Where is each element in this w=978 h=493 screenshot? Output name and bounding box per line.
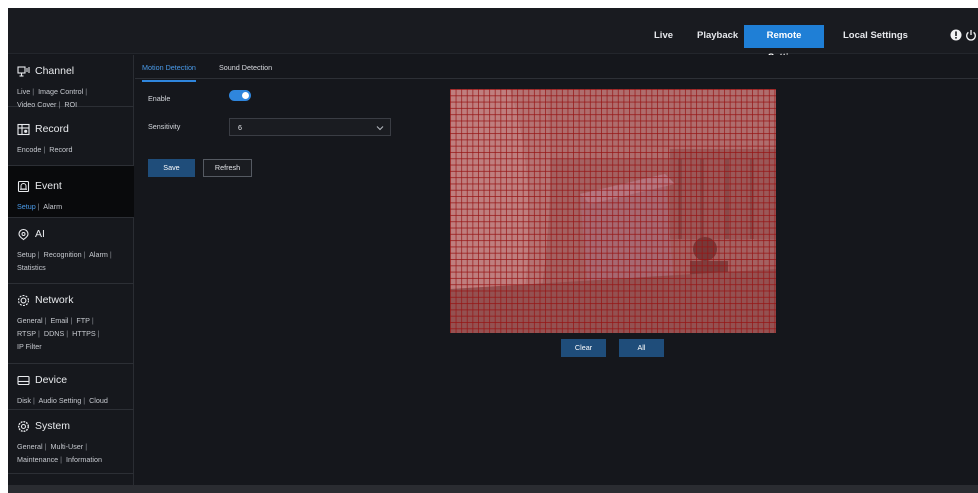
top-nav-bar: Live Playback Remote Setting Local Setti… <box>8 8 978 63</box>
system-icon <box>17 420 30 432</box>
sidebar-title-record: Record <box>35 123 69 135</box>
sidebar-link-ddns[interactable]: DDNS <box>44 329 64 338</box>
sidebar-link-audio-setting[interactable]: Audio Setting <box>38 396 81 405</box>
network-icon <box>17 294 30 306</box>
motion-area-preview[interactable] <box>450 89 776 333</box>
sidebar-link-alarm[interactable]: Alarm <box>43 202 62 211</box>
sidebar-header-device[interactable]: Device <box>17 372 134 388</box>
sidebar-link-maintenance[interactable]: Maintenance <box>17 455 58 464</box>
sidebar-link-information[interactable]: Information <box>66 455 102 464</box>
clear-button[interactable]: Clear <box>561 339 606 357</box>
sidebar-title-network: Network <box>35 294 74 306</box>
sidebar-header-network[interactable]: Network <box>17 292 134 308</box>
sensitivity-label: Sensitivity <box>148 122 181 131</box>
sidebar-header-record[interactable]: Record <box>17 121 134 137</box>
info-icon[interactable] <box>950 29 962 41</box>
sidebar-section-event: Event Setup | Alarm <box>8 166 134 218</box>
sidebar-link-record[interactable]: Record <box>49 145 72 154</box>
toggle-knob <box>242 92 249 99</box>
sidebar-link-encode[interactable]: Encode <box>17 145 41 154</box>
sidebar-link-email[interactable]: Email <box>50 316 68 325</box>
sidebar-link-multi-user[interactable]: Multi-User <box>50 442 83 451</box>
nav-local-settings[interactable]: Local Settings <box>835 25 916 47</box>
power-icon[interactable] <box>965 29 977 41</box>
sidebar-link-cloud[interactable]: Cloud <box>89 396 108 405</box>
sidebar-link-https[interactable]: HTTPS <box>72 329 96 338</box>
chevron-down-icon <box>376 126 384 131</box>
sensitivity-value: 6 <box>238 123 242 132</box>
sidebar-links-device: Disk | Audio Setting | Cloud <box>17 396 108 405</box>
sidebar-title-device: Device <box>35 374 68 386</box>
device-icon <box>17 375 30 385</box>
sidebar-links-record: Encode | Record <box>17 145 73 154</box>
sidebar-link-ip-filter[interactable]: IP Filter <box>17 342 42 351</box>
sidebar-title-channel: Channel <box>35 65 75 77</box>
sidebar: Channel Live | Image Control | Video Cover… <box>8 55 134 486</box>
sidebar-section-ai: AI Setup | Recognition | Alarm | Statistics <box>8 218 134 284</box>
sidebar-link-live[interactable]: Live <box>17 87 30 96</box>
sidebar-section-network: Network General | Email | FTP | RTSP | DDNS |… <box>8 284 134 364</box>
tab-sound-detection[interactable]: Sound Detection <box>219 63 272 80</box>
sidebar-title-event: Event <box>35 180 62 192</box>
sidebar-link-recognition[interactable]: Recognition <box>44 250 82 259</box>
sidebar-section-system: System General | Multi-User | Maintenance |… <box>8 410 134 474</box>
sidebar-link-image-control[interactable]: Image Control <box>38 87 83 96</box>
sidebar-header-event[interactable]: Event <box>17 178 134 194</box>
motion-detection-grid[interactable] <box>450 89 776 333</box>
sidebar-link-statistics[interactable]: Statistics <box>17 263 46 272</box>
nav-live[interactable]: Live <box>646 25 681 47</box>
sidebar-section-device: Device Disk | Audio Setting | Cloud <box>8 364 134 410</box>
sidebar-section-channel: Channel Live | Image Control | Video Cover… <box>8 55 134 109</box>
app-window: Live Playback Remote Setting Local Setti… <box>8 8 978 493</box>
refresh-button[interactable]: Refresh <box>203 159 252 177</box>
sidebar-header-system[interactable]: System <box>17 418 134 434</box>
record-icon <box>17 123 30 135</box>
enable-label: Enable <box>148 94 171 103</box>
tab-motion-detection[interactable]: Motion Detection <box>142 63 196 82</box>
nav-playback[interactable]: Playback <box>689 25 746 47</box>
sidebar-link-ai-setup[interactable]: Setup <box>17 250 36 259</box>
sidebar-links-system: General | Multi-User | Maintenance | Inform… <box>17 442 102 464</box>
sidebar-links-ai: Setup | Recognition | Alarm | Statistics <box>17 250 112 272</box>
sidebar-link-system-general[interactable]: General <box>17 442 43 451</box>
sidebar-links-network: General | Email | FTP | RTSP | DDNS | HTTPS | … <box>17 316 100 351</box>
main-content: Motion Detection Sound Detection Enable … <box>135 55 978 485</box>
sidebar-title-ai: AI <box>35 228 45 240</box>
sidebar-link-setup[interactable]: Setup <box>17 202 36 211</box>
event-icon <box>17 180 30 192</box>
sidebar-links-event: Setup | Alarm <box>17 202 63 211</box>
enable-toggle[interactable] <box>229 90 251 101</box>
tab-bar: Motion Detection Sound Detection <box>135 55 978 82</box>
channel-icon <box>17 65 30 77</box>
sensitivity-select[interactable]: 6 <box>229 118 391 136</box>
save-button[interactable]: Save <box>148 159 195 177</box>
sidebar-header-ai[interactable]: AI <box>17 226 134 242</box>
sidebar-link-rtsp[interactable]: RTSP <box>17 329 36 338</box>
ai-icon <box>18 228 29 240</box>
sidebar-header-channel[interactable]: Channel <box>17 63 134 79</box>
sidebar-link-ai-alarm[interactable]: Alarm <box>89 250 108 259</box>
bottom-bar <box>8 485 978 493</box>
sidebar-link-ftp[interactable]: FTP <box>76 316 90 325</box>
select-all-button[interactable]: All <box>619 339 664 357</box>
sidebar-link-disk[interactable]: Disk <box>17 396 31 405</box>
sidebar-title-system: System <box>35 420 71 432</box>
nav-remote-setting[interactable]: Remote Setting <box>744 25 824 63</box>
sidebar-link-general[interactable]: General <box>17 316 43 325</box>
sidebar-section-record: Record Encode | Record <box>8 107 134 166</box>
